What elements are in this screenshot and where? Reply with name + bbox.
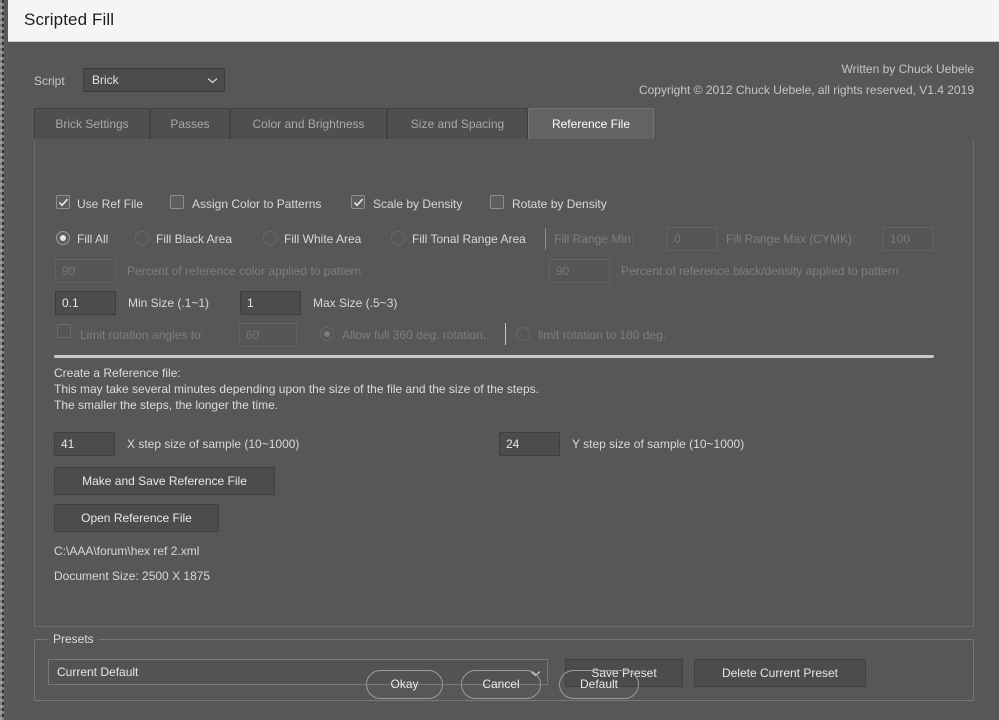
open-reference-file-button[interactable]: Open Reference File <box>54 504 219 532</box>
checkbox-rotate-by-density-label: Rotate by Density <box>512 197 607 211</box>
checkbox-scale-by-density[interactable] <box>351 195 365 209</box>
rotation-divider <box>505 323 506 345</box>
percent-reference-density-label: Percent of reference black/density appli… <box>621 264 899 278</box>
radio-dot-icon <box>324 331 330 337</box>
radio-allow-full-360-rotation[interactable] <box>320 327 334 341</box>
tab-reference-file-label: Reference File <box>552 117 630 131</box>
radio-fill-black-area[interactable] <box>135 231 149 245</box>
make-and-save-reference-file-button[interactable]: Make and Save Reference File <box>54 467 275 495</box>
fill-range-min-value: 0 <box>674 232 681 246</box>
min-size-label: Min Size (.1~1) <box>128 296 209 310</box>
limit-rotation-angles-label: Limit rotation angles to: <box>80 328 204 342</box>
fill-range-min-label: Fill Range Min: <box>554 232 634 246</box>
reference-file-path: C:\AAA\forum\hex ref 2.xml <box>54 544 199 558</box>
min-size-input[interactable]: 0.1 <box>55 291 116 315</box>
tab-passes[interactable]: Passes <box>150 108 230 140</box>
window-left-edge-strip <box>0 0 9 720</box>
radio-dot-icon <box>60 235 66 241</box>
min-size-value: 0.1 <box>62 296 79 310</box>
section-divider <box>54 355 934 358</box>
script-dropdown-value: Brick <box>92 73 119 87</box>
delete-current-preset-button[interactable]: Delete Current Preset <box>694 659 866 687</box>
check-icon <box>353 197 364 208</box>
tab-passes-label: Passes <box>170 117 209 131</box>
radio-limit-rotation-180-label: limit rotation to 180 deg. <box>538 328 666 342</box>
title-bar: Scripted Fill <box>8 0 999 42</box>
checkbox-use-ref-file-label: Use Ref File <box>77 197 143 211</box>
window-title: Scripted Fill <box>24 10 114 30</box>
y-step-size-value: 24 <box>506 437 519 451</box>
radio-fill-white-area-label: Fill White Area <box>284 232 361 246</box>
checkbox-rotate-by-density[interactable] <box>490 195 504 209</box>
dialog-body: Script Brick Written by Chuck Uebele Cop… <box>9 42 999 720</box>
percent-reference-color-label: Percent of reference color applied to pa… <box>127 264 361 278</box>
reference-line-2: This may take several minutes depending … <box>54 381 539 397</box>
open-reference-file-label: Open Reference File <box>81 511 192 525</box>
reference-line-3: The smaller the steps, the longer the ti… <box>54 397 278 413</box>
limit-rotation-angle-value: 60 <box>246 328 259 342</box>
y-step-size-label: Y step size of sample (10~1000) <box>572 437 744 451</box>
presets-legend: Presets <box>48 632 99 646</box>
fill-range-max-value: 100 <box>890 232 910 246</box>
tab-brick-settings[interactable]: Brick Settings <box>34 108 150 140</box>
limit-rotation-angle-input[interactable]: 60 <box>239 323 297 347</box>
x-step-size-input[interactable]: 41 <box>54 432 115 456</box>
radio-allow-full-360-rotation-label: Allow full 360 deg. rotation. <box>342 328 486 342</box>
default-button-label: Default <box>580 677 618 691</box>
tab-reference-file[interactable]: Reference File <box>528 108 654 140</box>
max-size-value: 1 <box>247 296 254 310</box>
delete-current-preset-label: Delete Current Preset <box>722 666 838 680</box>
percent-reference-density-value: 90 <box>556 264 569 278</box>
checkbox-limit-rotation-angles[interactable] <box>57 324 71 338</box>
radio-fill-tonal-range-area[interactable] <box>391 231 405 245</box>
reference-file-panel: Use Ref File Assign Color to Patterns Sc… <box>34 139 974 627</box>
okay-button-label: Okay <box>390 677 418 691</box>
cancel-button[interactable]: Cancel <box>461 670 541 699</box>
credits-block: Written by Chuck Uebele Copyright © 2012… <box>639 59 974 101</box>
fill-range-max-label: Fill Range Max (CYMK): <box>726 232 855 246</box>
fill-range-max-input[interactable]: 100 <box>883 227 933 251</box>
written-by-text: Written by Chuck Uebele <box>639 59 974 80</box>
radio-fill-tonal-range-area-label: Fill Tonal Range Area <box>412 232 526 246</box>
radio-fill-black-area-label: Fill Black Area <box>156 232 232 246</box>
fill-range-divider <box>545 228 546 250</box>
tab-color-and-brightness-label: Color and Brightness <box>252 117 364 131</box>
tab-bar: Brick Settings Passes Color and Brightne… <box>34 108 974 141</box>
make-and-save-reference-file-label: Make and Save Reference File <box>82 474 247 488</box>
chevron-down-icon <box>207 77 216 83</box>
percent-reference-color-value: 90 <box>62 264 75 278</box>
max-size-input[interactable]: 1 <box>240 291 301 315</box>
document-size-text: Document Size: 2500 X 1875 <box>54 569 210 583</box>
max-size-label: Max Size (.5~3) <box>313 296 397 310</box>
radio-fill-all[interactable] <box>56 231 70 245</box>
radio-fill-white-area[interactable] <box>263 231 277 245</box>
fill-range-min-input[interactable]: 0 <box>667 227 717 251</box>
y-step-size-input[interactable]: 24 <box>499 432 560 456</box>
x-step-size-label: X step size of sample (10~1000) <box>127 437 299 451</box>
preset-dropdown-value: Current Default <box>57 665 138 679</box>
script-label: Script <box>34 74 65 88</box>
checkbox-assign-color-to-patterns[interactable] <box>170 195 184 209</box>
checkbox-assign-color-to-patterns-label: Assign Color to Patterns <box>192 197 321 211</box>
checkbox-scale-by-density-label: Scale by Density <box>373 197 462 211</box>
radio-fill-all-label: Fill All <box>77 232 108 246</box>
cancel-button-label: Cancel <box>482 677 519 691</box>
checkbox-use-ref-file[interactable] <box>56 195 70 209</box>
script-dropdown[interactable]: Brick <box>83 68 225 92</box>
tab-brick-settings-label: Brick Settings <box>55 117 128 131</box>
scripted-fill-window: Scripted Fill Script Brick Written by Ch… <box>0 0 999 720</box>
x-step-size-value: 41 <box>61 437 74 451</box>
okay-button[interactable]: Okay <box>366 670 443 699</box>
tab-size-and-spacing-label: Size and Spacing <box>411 117 504 131</box>
default-button[interactable]: Default <box>559 670 639 699</box>
copyright-text: Copyright © 2012 Chuck Uebele, all right… <box>639 80 974 101</box>
percent-reference-color-input[interactable]: 90 <box>55 259 116 283</box>
radio-limit-rotation-180[interactable] <box>516 327 530 341</box>
reference-heading: Create a Reference file: <box>54 365 181 381</box>
percent-reference-density-input[interactable]: 90 <box>549 259 610 283</box>
tab-color-and-brightness[interactable]: Color and Brightness <box>230 108 387 140</box>
check-icon <box>58 197 69 208</box>
tab-size-and-spacing[interactable]: Size and Spacing <box>387 108 528 140</box>
